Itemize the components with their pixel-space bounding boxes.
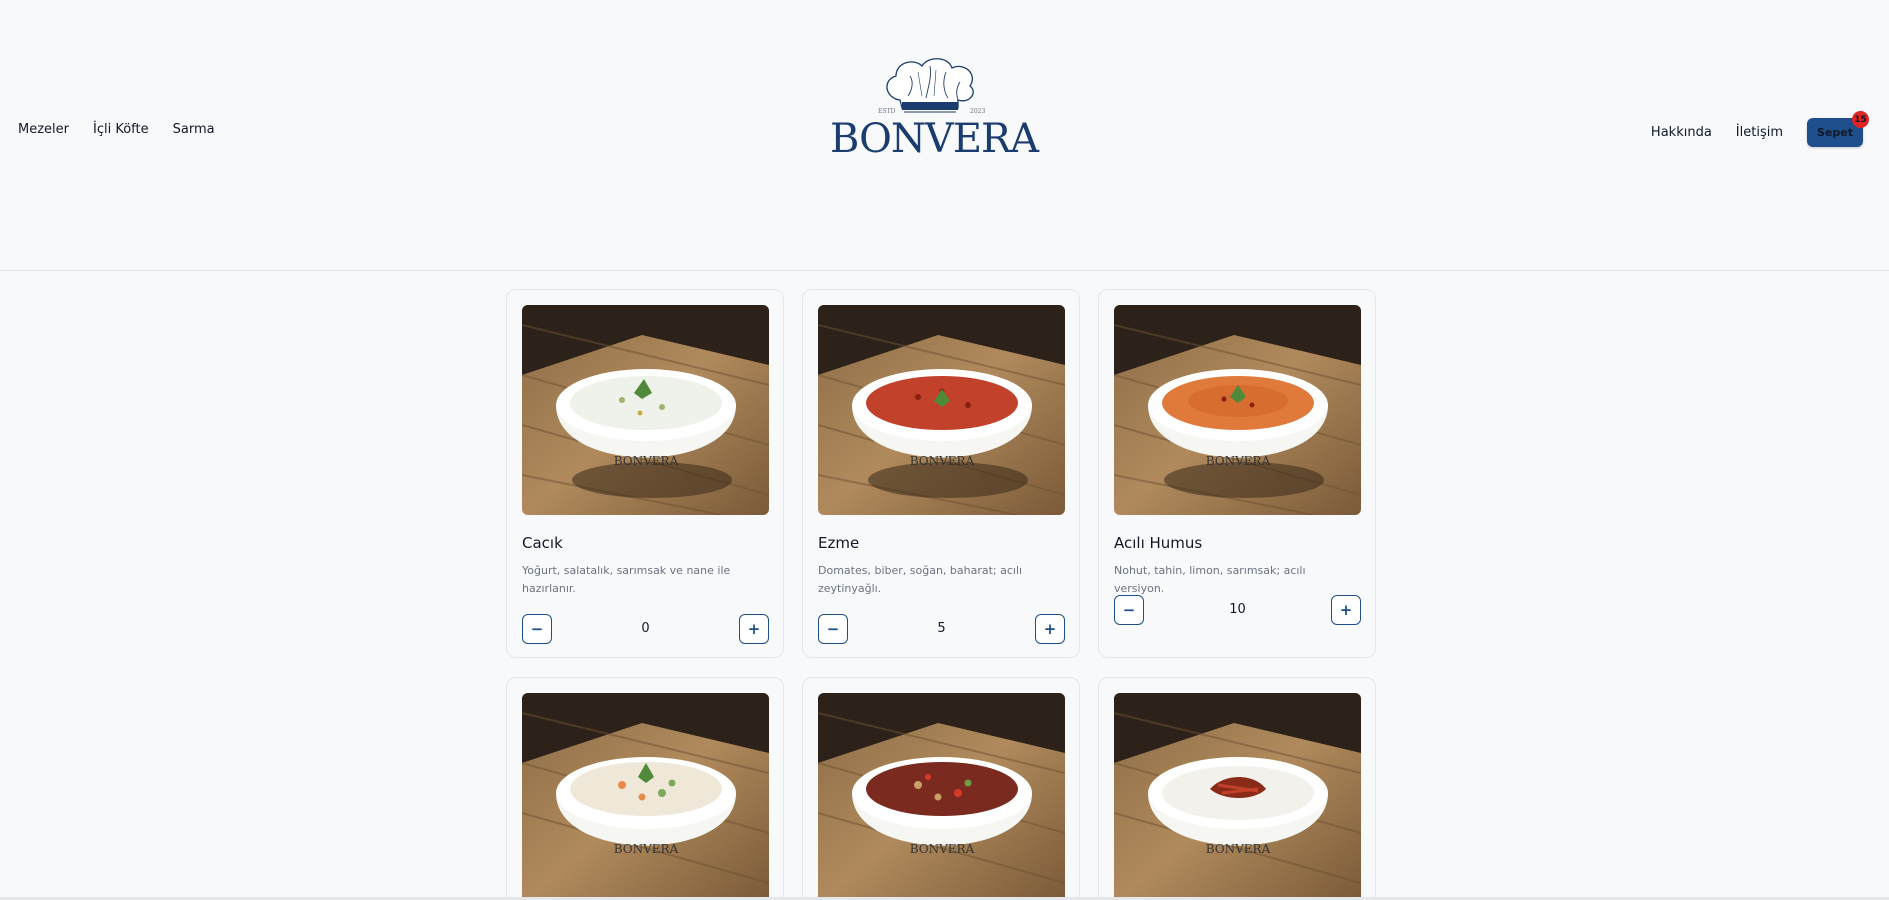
- chef-hat-icon: [886, 58, 974, 113]
- plus-icon: +: [1043, 620, 1057, 638]
- logo-year: 2023: [970, 108, 986, 115]
- bowl-image: BONVERA: [818, 693, 1065, 900]
- product-card-beans: BONVERA: [802, 677, 1080, 900]
- cart-label: Sepet: [1817, 126, 1853, 139]
- logo-wordmark: BONVERA: [830, 116, 1039, 162]
- product-photo: BONVERA: [522, 693, 769, 900]
- cart-button[interactable]: Sepet 15: [1807, 111, 1869, 147]
- nav-link-icli-kofte[interactable]: İçli Köfte: [93, 122, 149, 137]
- quantity-value: 0: [641, 621, 650, 636]
- svg-text:BONVERA: BONVERA: [1206, 842, 1271, 856]
- cart-count-badge: 15: [1852, 111, 1869, 128]
- svg-text:BONVERA: BONVERA: [910, 842, 975, 856]
- product-description: Domates, biber, soğan, baharat; acılı ze…: [818, 564, 1023, 595]
- bowl-image: BONVERA: [818, 305, 1065, 515]
- product-card-acili-humus: BONVERA Acılı Humus Nohut, tahin, limon,…: [1098, 289, 1376, 658]
- product-card-salad: BONVERA: [506, 677, 784, 900]
- quantity-stepper: − 10 +: [1114, 595, 1361, 625]
- product-photo: BONVERA: [522, 305, 769, 515]
- minus-icon: −: [530, 620, 544, 638]
- product-card-ezme: BONVERA Ezme Domates, biber, soğan, baha…: [802, 289, 1080, 658]
- quantity-stepper: − 0 +: [522, 614, 769, 644]
- plus-icon: +: [747, 620, 761, 638]
- product-photo: BONVERA: [818, 693, 1065, 900]
- product-photo: BONVERA: [1114, 305, 1361, 515]
- minus-icon: −: [1122, 601, 1136, 619]
- product-photo: BONVERA: [818, 305, 1065, 515]
- quantity-stepper: − 5 +: [818, 614, 1065, 644]
- quantity-value: 5: [937, 621, 946, 636]
- increase-button[interactable]: +: [1331, 595, 1361, 625]
- product-name: Acılı Humus: [1114, 534, 1203, 552]
- svg-text:BONVERA: BONVERA: [614, 842, 679, 856]
- product-description: Yoğurt, salatalık, sarımsak ve nane ile …: [522, 564, 731, 595]
- nav-link-iletisim[interactable]: İletişim: [1736, 125, 1783, 140]
- nav-link-mezeler[interactable]: Mezeler: [18, 122, 69, 137]
- svg-text:BONVERA: BONVERA: [614, 454, 679, 468]
- site-header: Mezeler İçli Köfte Sarma ESTD 2023 BONVE…: [0, 0, 1889, 271]
- decrease-button[interactable]: −: [818, 614, 848, 644]
- minus-icon: −: [826, 620, 840, 638]
- increase-button[interactable]: +: [739, 614, 769, 644]
- nav-link-hakkinda[interactable]: Hakkında: [1651, 125, 1712, 140]
- product-card-yogurt-pepper: BONVERA: [1098, 677, 1376, 900]
- product-card-cacik: BONVERA Cacık Yoğurt, salatalık, sarımsa…: [506, 289, 784, 658]
- product-description: Nohut, tahin, limon, sarımsak; acılı ver…: [1114, 564, 1306, 595]
- logo-estd: ESTD: [878, 108, 896, 115]
- plus-icon: +: [1339, 601, 1353, 619]
- decrease-button[interactable]: −: [1114, 595, 1144, 625]
- quantity-value: 10: [1229, 602, 1246, 617]
- svg-text:BONVERA: BONVERA: [1206, 454, 1271, 468]
- brand-logo[interactable]: ESTD 2023 BONVERA: [830, 52, 1039, 162]
- product-name: Cacık: [522, 534, 563, 552]
- product-photo: BONVERA: [1114, 693, 1361, 900]
- product-name: Ezme: [818, 534, 860, 552]
- bowl-image: BONVERA: [522, 305, 769, 515]
- bowl-image: BONVERA: [522, 693, 769, 900]
- svg-text:BONVERA: BONVERA: [910, 454, 975, 468]
- nav-right: Hakkında İletişim Sepet 15: [1651, 111, 1869, 147]
- bowl-image: BONVERA: [1114, 693, 1361, 900]
- increase-button[interactable]: +: [1035, 614, 1065, 644]
- decrease-button[interactable]: −: [522, 614, 552, 644]
- nav-left: Mezeler İçli Köfte Sarma: [18, 122, 215, 137]
- bowl-image: BONVERA: [1114, 305, 1361, 515]
- nav-link-sarma[interactable]: Sarma: [173, 122, 215, 137]
